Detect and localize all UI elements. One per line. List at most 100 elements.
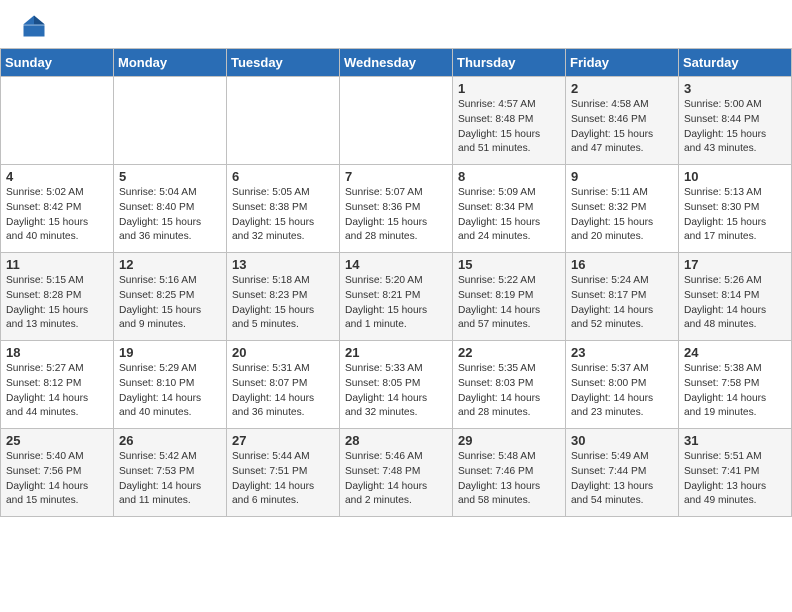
calendar-cell: 22Sunrise: 5:35 AM Sunset: 8:03 PM Dayli…	[453, 341, 566, 429]
day-info: Sunrise: 5:18 AM Sunset: 8:23 PM Dayligh…	[232, 274, 334, 333]
calendar-week-5: 25 Sunrise: 5:40 AM Sunset: 7:56 PM Dayli…	[1, 429, 792, 517]
calendar-cell: 20 Sunrise: 5:31 AM Sunset: 8:07 PM Dayli…	[227, 341, 340, 429]
calendar-cell: 15 Sunrise: 5:22 AM Sunset: 8:19 PM Dayli…	[453, 253, 566, 341]
calendar-cell: 9 Sunrise: 5:11 AM Sunset: 8:32 PM Daylig…	[566, 165, 679, 253]
weekday-header-friday: Friday	[566, 49, 679, 77]
calendar-cell: 27Sunrise: 5:44 AM Sunset: 7:51 PM Dayli…	[227, 429, 340, 517]
calendar-cell: 10Sunrise: 5:13 AM Sunset: 8:30 PM Dayli…	[679, 165, 792, 253]
day-number: 26	[119, 433, 221, 448]
day-number: 2	[571, 81, 673, 96]
calendar-week-1: 1 Sunrise: 4:57 AM Sunset: 8:48 PM Daylig…	[1, 77, 792, 165]
logo-icon	[20, 12, 48, 40]
day-info: Sunrise: 5:00 AM Sunset: 8:44 PM Dayligh…	[684, 98, 786, 157]
day-number: 6	[232, 169, 334, 184]
day-number: 9	[571, 169, 673, 184]
calendar-cell: 8 Sunrise: 5:09 AM Sunset: 8:34 PM Daylig…	[453, 165, 566, 253]
day-number: 5	[119, 169, 221, 184]
day-info: Sunrise: 5:05 AM Sunset: 8:38 PM Dayligh…	[232, 186, 334, 245]
calendar-cell: 23Sunrise: 5:37 AM Sunset: 8:00 PM Dayli…	[566, 341, 679, 429]
day-number: 1	[458, 81, 560, 96]
calendar-cell: 4 Sunrise: 5:02 AM Sunset: 8:42 PM Daylig…	[1, 165, 114, 253]
calendar-cell: 31Sunrise: 5:51 AM Sunset: 7:41 PM Dayli…	[679, 429, 792, 517]
day-number: 21	[345, 345, 447, 360]
day-number: 16	[571, 257, 673, 272]
day-number: 19	[119, 345, 221, 360]
day-number: 11	[6, 257, 108, 272]
weekday-header-sunday: Sunday	[1, 49, 114, 77]
day-number: 20	[232, 345, 334, 360]
day-number: 8	[458, 169, 560, 184]
day-info: Sunrise: 5:24 AM Sunset: 8:17 PM Dayligh…	[571, 274, 673, 333]
page-header	[0, 0, 792, 48]
day-info: Sunrise: 5:11 AM Sunset: 8:32 PM Dayligh…	[571, 186, 673, 245]
day-number: 23	[571, 345, 673, 360]
day-info: Sunrise: 5:33 AM Sunset: 8:05 PM Dayligh…	[345, 362, 447, 421]
weekday-header-tuesday: Tuesday	[227, 49, 340, 77]
calendar-cell: 5 Sunrise: 5:04 AM Sunset: 8:40 PM Daylig…	[114, 165, 227, 253]
calendar-cell: 28 Sunrise: 5:46 AM Sunset: 7:48 PM Dayli…	[340, 429, 453, 517]
calendar-cell: 12 Sunrise: 5:16 AM Sunset: 8:25 PM Dayli…	[114, 253, 227, 341]
weekday-header-thursday: Thursday	[453, 49, 566, 77]
day-number: 24	[684, 345, 786, 360]
day-number: 28	[345, 433, 447, 448]
calendar-week-3: 11 Sunrise: 5:15 AM Sunset: 8:28 PM Dayli…	[1, 253, 792, 341]
day-number: 7	[345, 169, 447, 184]
calendar-cell: 1 Sunrise: 4:57 AM Sunset: 8:48 PM Daylig…	[453, 77, 566, 165]
calendar-cell: 17 Sunrise: 5:26 AM Sunset: 8:14 PM Dayli…	[679, 253, 792, 341]
calendar-cell	[114, 77, 227, 165]
calendar-cell: 26 Sunrise: 5:42 AM Sunset: 7:53 PM Dayli…	[114, 429, 227, 517]
calendar-cell: 21 Sunrise: 5:33 AM Sunset: 8:05 PM Dayli…	[340, 341, 453, 429]
weekday-header-wednesday: Wednesday	[340, 49, 453, 77]
day-info: Sunrise: 4:57 AM Sunset: 8:48 PM Dayligh…	[458, 98, 560, 157]
day-number: 31	[684, 433, 786, 448]
calendar-cell	[340, 77, 453, 165]
logo	[20, 12, 52, 40]
day-info: Sunrise: 5:20 AM Sunset: 8:21 PM Dayligh…	[345, 274, 447, 333]
day-info: Sunrise: 5:04 AM Sunset: 8:40 PM Dayligh…	[119, 186, 221, 245]
calendar-cell: 7 Sunrise: 5:07 AM Sunset: 8:36 PM Daylig…	[340, 165, 453, 253]
calendar-table: SundayMondayTuesdayWednesdayThursdayFrid…	[0, 48, 792, 517]
calendar-cell: 2 Sunrise: 4:58 AM Sunset: 8:46 PM Daylig…	[566, 77, 679, 165]
day-info: Sunrise: 5:02 AM Sunset: 8:42 PM Dayligh…	[6, 186, 108, 245]
day-info: Sunrise: 5:31 AM Sunset: 8:07 PM Dayligh…	[232, 362, 334, 421]
calendar-cell: 24 Sunrise: 5:38 AM Sunset: 7:58 PM Dayli…	[679, 341, 792, 429]
day-info: Sunrise: 5:48 AM Sunset: 7:46 PM Dayligh…	[458, 450, 560, 509]
day-info: Sunrise: 5:22 AM Sunset: 8:19 PM Dayligh…	[458, 274, 560, 333]
day-number: 10	[684, 169, 786, 184]
calendar-cell: 14 Sunrise: 5:20 AM Sunset: 8:21 PM Dayli…	[340, 253, 453, 341]
weekday-header-monday: Monday	[114, 49, 227, 77]
calendar-cell	[227, 77, 340, 165]
calendar-cell: 11 Sunrise: 5:15 AM Sunset: 8:28 PM Dayli…	[1, 253, 114, 341]
day-number: 15	[458, 257, 560, 272]
day-number: 13	[232, 257, 334, 272]
day-info: Sunrise: 4:58 AM Sunset: 8:46 PM Dayligh…	[571, 98, 673, 157]
day-number: 30	[571, 433, 673, 448]
day-info: Sunrise: 5:26 AM Sunset: 8:14 PM Dayligh…	[684, 274, 786, 333]
day-number: 27	[232, 433, 334, 448]
calendar-header: SundayMondayTuesdayWednesdayThursdayFrid…	[1, 49, 792, 77]
day-number: 22	[458, 345, 560, 360]
calendar-cell: 3 Sunrise: 5:00 AM Sunset: 8:44 PM Daylig…	[679, 77, 792, 165]
day-info: Sunrise: 5:46 AM Sunset: 7:48 PM Dayligh…	[345, 450, 447, 509]
calendar-cell: 29 Sunrise: 5:48 AM Sunset: 7:46 PM Dayli…	[453, 429, 566, 517]
day-number: 4	[6, 169, 108, 184]
calendar-cell: 30 Sunrise: 5:49 AM Sunset: 7:44 PM Dayli…	[566, 429, 679, 517]
day-info: Sunrise: 5:49 AM Sunset: 7:44 PM Dayligh…	[571, 450, 673, 509]
day-info: Sunrise: 5:40 AM Sunset: 7:56 PM Dayligh…	[6, 450, 108, 509]
calendar-cell: 18Sunrise: 5:27 AM Sunset: 8:12 PM Dayli…	[1, 341, 114, 429]
day-info: Sunrise: 5:38 AM Sunset: 7:58 PM Dayligh…	[684, 362, 786, 421]
day-info: Sunrise: 5:07 AM Sunset: 8:36 PM Dayligh…	[345, 186, 447, 245]
day-number: 14	[345, 257, 447, 272]
day-number: 25	[6, 433, 108, 448]
day-info: Sunrise: 5:09 AM Sunset: 8:34 PM Dayligh…	[458, 186, 560, 245]
day-number: 17	[684, 257, 786, 272]
day-number: 12	[119, 257, 221, 272]
day-number: 3	[684, 81, 786, 96]
calendar-cell: 19Sunrise: 5:29 AM Sunset: 8:10 PM Dayli…	[114, 341, 227, 429]
calendar-cell: 6 Sunrise: 5:05 AM Sunset: 8:38 PM Daylig…	[227, 165, 340, 253]
day-info: Sunrise: 5:16 AM Sunset: 8:25 PM Dayligh…	[119, 274, 221, 333]
day-number: 29	[458, 433, 560, 448]
day-info: Sunrise: 5:15 AM Sunset: 8:28 PM Dayligh…	[6, 274, 108, 333]
day-info: Sunrise: 5:42 AM Sunset: 7:53 PM Dayligh…	[119, 450, 221, 509]
calendar-cell	[1, 77, 114, 165]
